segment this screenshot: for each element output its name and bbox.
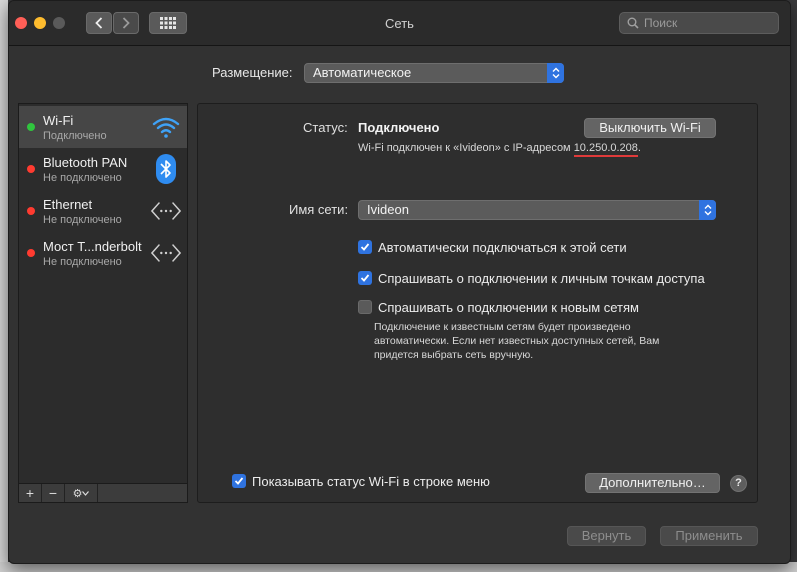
service-item-ethernet[interactable]: Ethernet Не подключено bbox=[19, 190, 187, 232]
thunderbolt-bridge-icon bbox=[151, 239, 181, 267]
status-value: Подключено bbox=[358, 120, 440, 135]
empty-checkbox-icon bbox=[358, 300, 372, 314]
ip-address: 10.250.0.208 bbox=[573, 142, 638, 157]
ethernet-icon bbox=[151, 197, 181, 225]
service-name: Bluetooth PAN bbox=[43, 155, 128, 170]
titlebar: Сеть Поиск bbox=[9, 1, 790, 46]
location-label: Размещение: bbox=[212, 65, 293, 80]
show-wifi-status-checkbox[interactable]: Показывать статус Wi-Fi в строке меню bbox=[232, 472, 490, 490]
updown-arrows-icon bbox=[547, 63, 564, 83]
turn-wifi-off-button[interactable]: Выключить Wi-Fi bbox=[584, 118, 716, 138]
auto-join-checkbox[interactable]: Автоматически подключаться к этой сети bbox=[358, 238, 627, 256]
service-name: Wi-Fi bbox=[43, 113, 74, 128]
status-dot bbox=[27, 123, 35, 131]
gear-icon: ⚙ bbox=[72, 487, 83, 500]
background-app-edge bbox=[0, 0, 8, 572]
auto-join-hint: Подключение к известным сетям будет прои… bbox=[374, 321, 660, 361]
ask-hotspots-checkbox[interactable]: Спрашивать о подключении к личным точкам… bbox=[358, 269, 705, 287]
checkbox-label: Спрашивать о подключении к личным точкам… bbox=[378, 270, 705, 286]
revert-button[interactable]: Вернуть bbox=[567, 526, 646, 546]
wifi-icon bbox=[151, 113, 181, 141]
service-actions-button[interactable]: ⚙ bbox=[65, 484, 98, 502]
bluetooth-icon bbox=[151, 154, 181, 184]
status-label: Статус: bbox=[303, 120, 348, 135]
network-name-value: Ivideon bbox=[367, 202, 409, 217]
add-service-button[interactable]: + bbox=[19, 484, 42, 502]
service-status: Не подключено bbox=[43, 214, 122, 226]
checkbox-label: Показывать статус Wi-Fi в строке меню bbox=[252, 473, 490, 489]
network-name-label: Имя сети: bbox=[289, 202, 349, 217]
remove-service-button[interactable]: − bbox=[42, 484, 65, 502]
service-list-toolbar: + − ⚙ bbox=[19, 483, 187, 502]
chevron-down-icon bbox=[82, 490, 90, 496]
checkmark-icon bbox=[358, 271, 372, 285]
checkbox-label: Спрашивать о подключении к новым сетям bbox=[378, 299, 639, 315]
updown-arrows-icon bbox=[699, 200, 716, 220]
search-placeholder: Поиск bbox=[644, 16, 678, 30]
service-status: Подключено bbox=[43, 130, 107, 142]
status-dot bbox=[27, 165, 35, 173]
service-status: Не подключено bbox=[43, 256, 122, 268]
help-button[interactable]: ? bbox=[730, 475, 747, 492]
service-list: Wi-Fi Подключено Bluetooth PAN Не подклю… bbox=[18, 103, 188, 503]
advanced-button[interactable]: Дополнительно… bbox=[585, 473, 720, 493]
ask-new-networks-checkbox[interactable]: Спрашивать о подключении к новым сетям bbox=[358, 298, 639, 316]
connection-text: Wi-Fi подключен к «Ivideon» с IP-адресом bbox=[358, 142, 571, 154]
checkmark-icon bbox=[232, 474, 246, 488]
connection-info: Wi-Fi подключен к «Ivideon» с IP-адресом… bbox=[358, 142, 641, 157]
service-name: Ethernet bbox=[43, 197, 93, 212]
location-value: Автоматическое bbox=[313, 65, 412, 80]
network-name-select[interactable]: Ivideon bbox=[358, 200, 716, 220]
service-item-bluetooth-pan[interactable]: Bluetooth PAN Не подключено bbox=[19, 148, 187, 190]
service-item-thunderbolt-bridge[interactable]: Мост T...nderbolt Не подключено bbox=[19, 232, 187, 274]
status-dot bbox=[27, 207, 35, 215]
search-icon bbox=[627, 17, 639, 29]
status-dot bbox=[27, 249, 35, 257]
checkbox-label: Автоматически подключаться к этой сети bbox=[378, 239, 627, 255]
location-select[interactable]: Автоматическое bbox=[304, 63, 564, 83]
service-status: Не подключено bbox=[43, 172, 122, 184]
search-field[interactable]: Поиск bbox=[619, 12, 779, 34]
service-item-wifi[interactable]: Wi-Fi Подключено bbox=[19, 106, 187, 148]
apply-button[interactable]: Применить bbox=[660, 526, 758, 546]
service-name: Мост T...nderbolt bbox=[43, 239, 142, 254]
checkmark-icon bbox=[358, 240, 372, 254]
